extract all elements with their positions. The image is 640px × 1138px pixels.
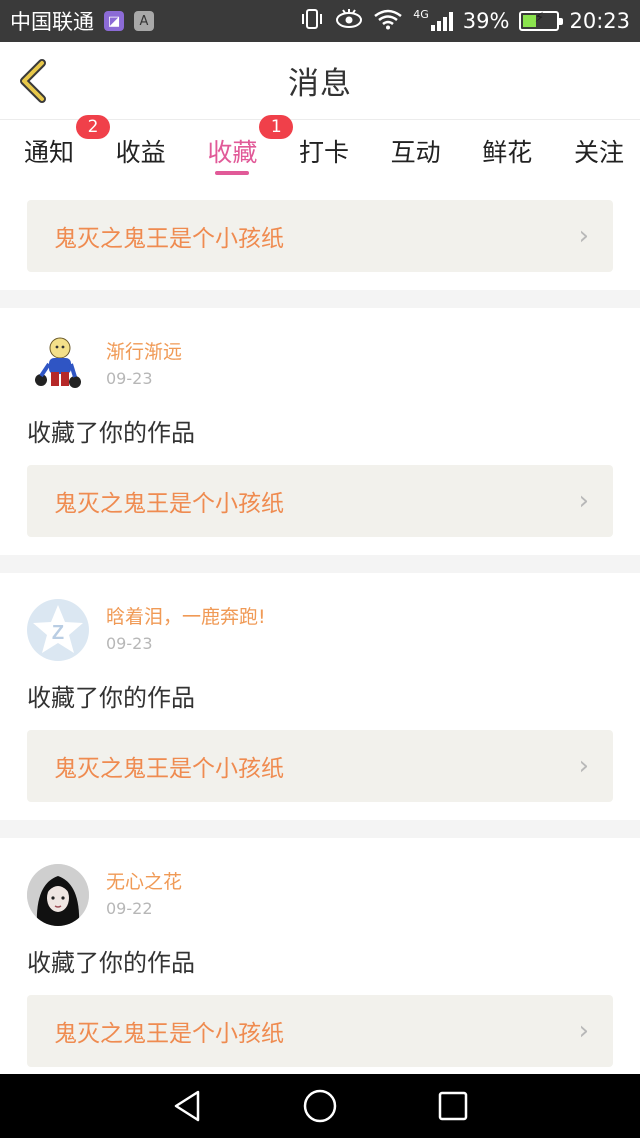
action-text: 收藏了你的作品 xyxy=(27,684,195,712)
tab-label: 打卡 xyxy=(298,138,349,167)
triangle-back-icon xyxy=(174,1090,199,1122)
tab-label: 关注 xyxy=(573,138,624,167)
work-link[interactable]: 鬼灭之鬼王是个小孩纸 › xyxy=(27,200,613,272)
chevron-left-icon xyxy=(20,59,46,103)
screen: 中国联通 ◪ A 4G 39% ⚡ 20:23 消息 通知 2 收益 收藏 1 … xyxy=(0,0,640,1138)
entry-date: 09-22 xyxy=(106,899,153,918)
tab-bar: 通知 2 收益 收藏 1 打卡 互动 鲜花 关注 xyxy=(0,115,640,182)
work-title: 鬼灭之鬼王是个小孩纸 xyxy=(54,491,284,517)
chevron-right-icon: › xyxy=(578,486,589,516)
chevron-right-icon: › xyxy=(578,221,589,251)
tab-favorites[interactable]: 收藏 1 xyxy=(207,115,294,182)
tab-following[interactable]: 关注 xyxy=(574,120,624,182)
tab-label: 鲜花 xyxy=(482,138,533,167)
tab-earnings[interactable]: 收益 xyxy=(116,120,166,182)
list-item: 渐行渐远 09-23 收藏了你的作品 鬼灭之鬼王是个小孩纸 › xyxy=(0,308,640,555)
nav-recents-button[interactable] xyxy=(431,1084,475,1128)
nav-back-button[interactable] xyxy=(165,1084,209,1128)
tab-checkin[interactable]: 打卡 xyxy=(299,120,349,182)
tab-notifications[interactable]: 通知 2 xyxy=(24,115,111,182)
battery-icon: ⚡ xyxy=(519,10,564,31)
work-link[interactable]: 鬼灭之鬼王是个小孩纸 › xyxy=(27,730,613,802)
back-button[interactable] xyxy=(16,58,50,104)
entry-date: 09-23 xyxy=(106,634,153,653)
work-title: 鬼灭之鬼王是个小孩纸 xyxy=(54,756,284,782)
list-item: 无心之花 09-22 收藏了你的作品 鬼灭之鬼王是个小孩纸 › xyxy=(0,838,640,1074)
vibrate-icon xyxy=(299,8,325,34)
work-title: 鬼灭之鬼王是个小孩纸 xyxy=(54,226,284,252)
user-meta: 晗着泪，一鹿奔跑! 09-23 xyxy=(106,603,266,657)
entry-date: 09-23 xyxy=(106,369,153,388)
dark-hair-girl-avatar[interactable] xyxy=(27,864,89,926)
list-item: 鬼灭之鬼王是个小孩纸 › xyxy=(0,182,640,290)
user-name[interactable]: 渐行渐远 xyxy=(106,338,182,366)
message-list[interactable]: 鬼灭之鬼王是个小孩纸 › 渐行渐远 09-23 收藏了你的作品 鬼灭之鬼王是个小… xyxy=(0,182,640,1074)
action-text: 收藏了你的作品 xyxy=(27,949,195,977)
unread-badge: 2 xyxy=(76,115,111,139)
work-title: 鬼灭之鬼王是个小孩纸 xyxy=(54,1021,284,1047)
clock: 20:23 xyxy=(569,9,630,33)
app-header: 消息 xyxy=(0,42,640,120)
work-link[interactable]: 鬼灭之鬼王是个小孩纸 › xyxy=(27,995,613,1067)
user-name[interactable]: 无心之花 xyxy=(106,868,182,896)
cartoon-character-avatar[interactable] xyxy=(27,334,89,396)
network-type-label: 4G xyxy=(413,7,429,21)
system-nav-bar xyxy=(0,1074,640,1138)
svg-text:Z: Z xyxy=(52,622,64,644)
tab-label: 互动 xyxy=(390,138,441,167)
tab-interaction[interactable]: 互动 xyxy=(391,120,441,182)
user-name[interactable]: 晗着泪，一鹿奔跑! xyxy=(106,603,266,631)
battery-percent: 39% xyxy=(462,9,510,33)
list-item: Z 晗着泪，一鹿奔跑! 09-23 收藏了你的作品 鬼灭之鬼王是个小孩纸 › xyxy=(0,573,640,820)
tab-flowers[interactable]: 鲜花 xyxy=(482,120,532,182)
action-text: 收藏了你的作品 xyxy=(27,419,195,447)
charging-bolt-icon: ⚡ xyxy=(534,10,545,26)
user-meta: 无心之花 09-22 xyxy=(106,868,182,922)
eye-icon xyxy=(335,8,363,34)
status-bar-left: 中国联通 ◪ A xyxy=(10,6,154,36)
unread-badge: 1 xyxy=(259,115,294,139)
user-row: 无心之花 09-22 xyxy=(27,858,613,932)
page-title: 消息 xyxy=(288,66,352,102)
carrier-label: 中国联通 xyxy=(10,10,94,34)
square-recents-icon xyxy=(439,1091,468,1121)
user-row: 渐行渐远 09-23 xyxy=(27,328,613,402)
user-meta: 渐行渐远 09-23 xyxy=(106,338,182,392)
gallery-app-icon: ◪ xyxy=(104,11,124,31)
chevron-right-icon: › xyxy=(578,751,589,781)
font-app-icon: A xyxy=(134,11,154,31)
tab-label: 收藏 xyxy=(207,138,258,167)
qq-default-avatar[interactable]: Z xyxy=(27,599,89,661)
circle-home-icon xyxy=(303,1089,337,1123)
tab-label: 通知 xyxy=(24,138,75,167)
status-bar-right: 4G 39% ⚡ 20:23 xyxy=(299,8,630,34)
tab-label: 收益 xyxy=(115,138,166,167)
wifi-icon xyxy=(373,8,403,34)
signal-icon xyxy=(430,11,453,31)
work-link[interactable]: 鬼灭之鬼王是个小孩纸 › xyxy=(27,465,613,537)
chevron-right-icon: › xyxy=(578,1016,589,1046)
status-bar: 中国联通 ◪ A 4G 39% ⚡ 20:23 xyxy=(0,0,640,42)
nav-home-button[interactable] xyxy=(298,1084,342,1128)
user-row: Z 晗着泪，一鹿奔跑! 09-23 xyxy=(27,593,613,667)
